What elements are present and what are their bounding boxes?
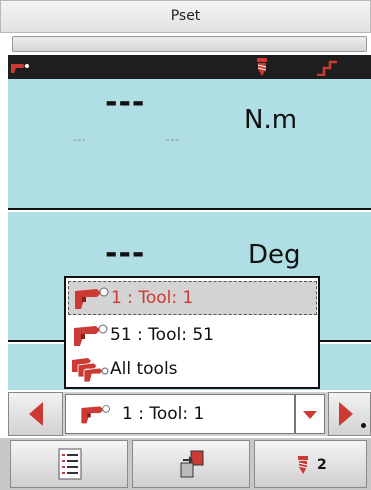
list-icon	[58, 448, 82, 480]
torque-high-limit: ---	[166, 135, 180, 146]
tool-icon	[75, 287, 109, 309]
tool-dropdown-list: 1 : Tool: 1 51 : Tool: 51 All tools	[64, 276, 320, 389]
angle-unit: Deg	[248, 240, 301, 270]
torque-panel: --- N.m --- ---	[8, 79, 371, 210]
torque-value: ---	[105, 85, 146, 120]
arrow-left-icon	[29, 402, 43, 426]
tool-icon	[74, 324, 108, 346]
dropdown-item-label: 51 : Tool: 51	[110, 325, 214, 345]
dropdown-item-all-tools[interactable]: All tools	[68, 352, 317, 386]
tool-selector-row: 1 : Tool: 1	[8, 392, 371, 436]
page-title: Pset	[170, 8, 201, 24]
torque-low-limit: ---	[73, 135, 87, 146]
dropdown-item-tool-1[interactable]: 1 : Tool: 1	[68, 281, 317, 315]
previous-tool-button[interactable]	[8, 392, 63, 436]
tool-icon	[81, 405, 110, 424]
tool-selector[interactable]: 1 : Tool: 1	[65, 394, 295, 434]
transfer-icon	[180, 450, 204, 478]
all-tools-icon	[72, 358, 109, 383]
step-graph-icon	[317, 60, 337, 76]
status-strip	[8, 55, 371, 79]
torque-unit: N.m	[244, 105, 298, 135]
screw-icon	[298, 456, 308, 474]
screw-count-button[interactable]: 2	[254, 440, 367, 488]
title-bar: Pset	[0, 0, 371, 33]
transfer-button[interactable]	[132, 440, 250, 488]
dropdown-item-tool-51[interactable]: 51 : Tool: 51	[68, 318, 317, 352]
subtitle-bar	[12, 36, 367, 52]
arrow-right-icon	[339, 402, 353, 426]
next-tool-button[interactable]	[328, 392, 371, 436]
screw-count: 2	[317, 457, 327, 473]
dropdown-item-label: 1 : Tool: 1	[111, 288, 194, 308]
tool-status-icon	[11, 64, 29, 73]
tool-selector-value: 1 : Tool: 1	[122, 404, 205, 424]
tool-selector-caret[interactable]	[295, 394, 325, 434]
results-list-button[interactable]	[10, 440, 128, 488]
dropdown-item-label: All tools	[110, 359, 178, 379]
chevron-down-icon	[303, 411, 317, 419]
dot-indicator	[361, 423, 366, 428]
bottom-toolbar: 2	[0, 438, 371, 490]
screw-status-icon	[257, 58, 267, 76]
angle-value: ---	[105, 236, 146, 271]
